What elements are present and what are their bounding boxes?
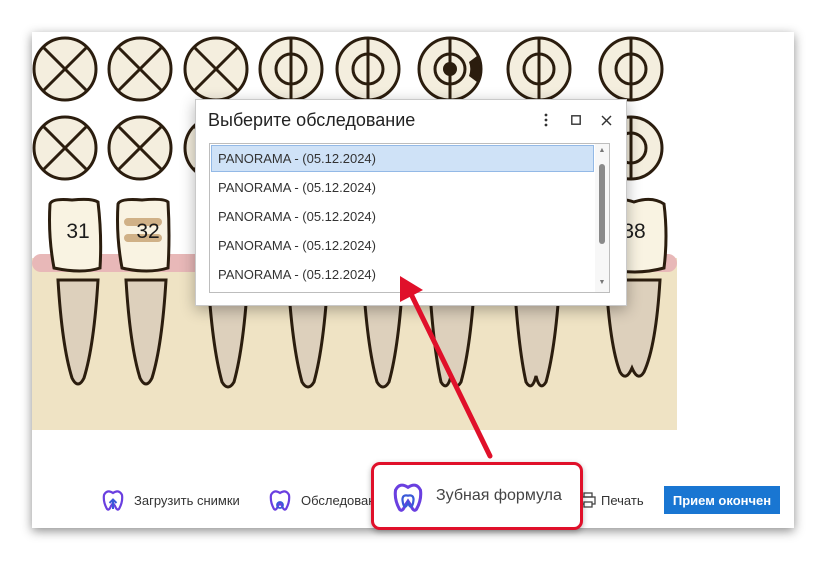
- dental-formula-button[interactable]: Зубная формула: [371, 462, 583, 530]
- dental-formula-label: Зубная формула: [436, 487, 562, 504]
- tooth-icon: [393, 483, 423, 512]
